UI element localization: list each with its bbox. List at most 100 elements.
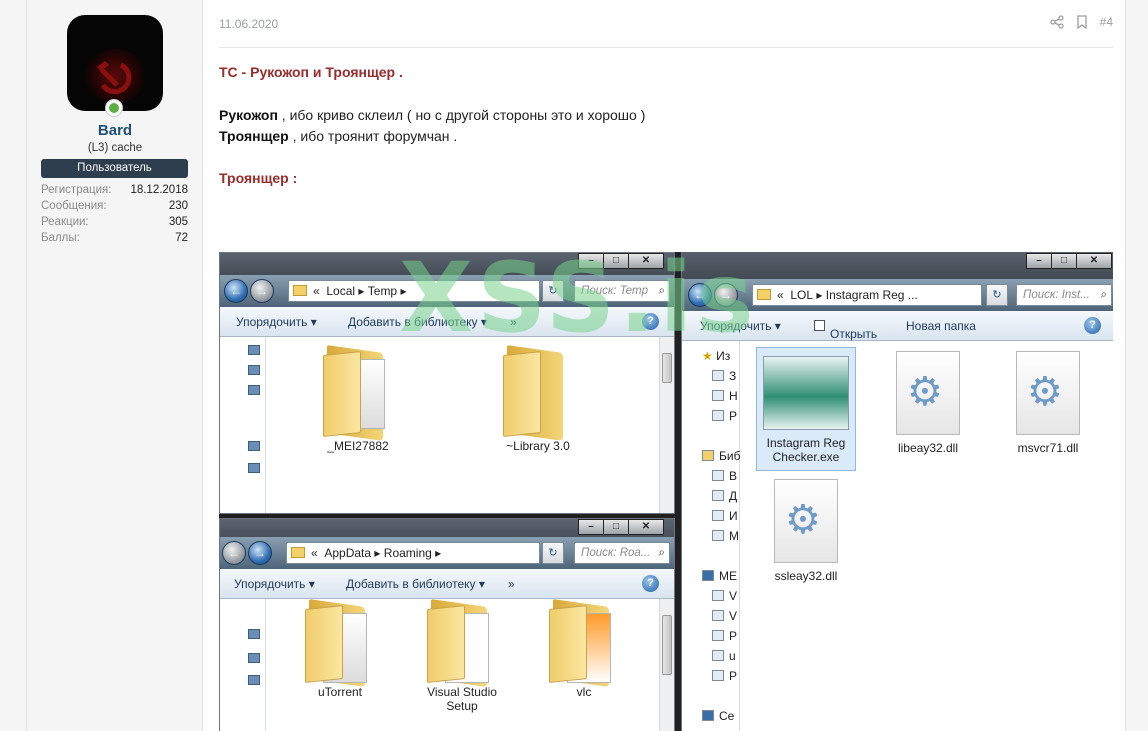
forward-icon[interactable]: →: [714, 283, 738, 307]
minimize-icon[interactable]: –: [1026, 253, 1052, 269]
navigation-pane[interactable]: [220, 599, 266, 731]
gear-icon: ⚙: [785, 498, 821, 542]
scrollbar[interactable]: [659, 337, 674, 513]
search-input[interactable]: Поиск: Inst... ⌕: [1016, 284, 1112, 306]
file-item[interactable]: ⚙ libeay32.dll: [878, 351, 978, 455]
gear-icon: ⚙: [907, 370, 943, 414]
folder-item[interactable]: Visual Studio Setup: [412, 599, 512, 713]
tree-item[interactable]: ★ Из: [702, 349, 730, 363]
post-body: 11.06.2020 #4 ТС - Рукожоп и Троянщер . …: [219, 0, 1115, 731]
organize-button[interactable]: Упорядочить ▾: [234, 577, 315, 591]
share-icon[interactable]: [1049, 15, 1064, 29]
post-headline: ТС - Рукожоп и Троянщер .: [219, 64, 403, 80]
forward-icon[interactable]: →: [250, 279, 274, 303]
more-button[interactable]: »: [510, 315, 517, 329]
stat-reactions: Реакции: 305: [41, 216, 188, 228]
explorer-toolbar: Упорядочить ▾ Добавить в библиотеку ▾ » …: [220, 569, 674, 599]
tree-item[interactable]: Р: [712, 669, 737, 683]
bookmark-icon[interactable]: [1076, 15, 1088, 29]
forum-post: Bard (L3) cache Пользователь Регистрация…: [26, 0, 1126, 731]
folder-item[interactable]: ~Library 3.0: [488, 345, 588, 453]
search-input[interactable]: Поиск: Roa... ⌕: [574, 542, 670, 564]
file-item[interactable]: ⚙ ssleay32.dll: [756, 479, 856, 583]
tree-item[interactable]: Р: [712, 409, 737, 423]
open-button[interactable]: Открыть: [814, 319, 877, 341]
avatar[interactable]: [67, 15, 163, 111]
add-to-library-button[interactable]: Добавить в библиотеку ▾: [348, 315, 487, 329]
search-icon: ⌕: [1100, 289, 1107, 301]
help-icon[interactable]: ?: [642, 313, 659, 330]
address-bar[interactable]: « LOL ▸ Instagram Reg ...: [752, 284, 982, 306]
explorer-window-temp: – □ ✕ ← → « Local ▸ Temp ▸ ↻ Поиск: Temp ⌕ …: [219, 252, 675, 514]
online-status-icon: [105, 99, 123, 117]
user-panel: Bard (L3) cache Пользователь Регистрация…: [27, 0, 203, 731]
navigation-pane[interactable]: [220, 337, 266, 513]
organize-button[interactable]: Упорядочить ▾: [236, 315, 317, 329]
refresh-icon[interactable]: ↻: [986, 284, 1008, 306]
search-icon: ⌕: [658, 285, 665, 297]
help-icon[interactable]: ?: [642, 575, 659, 592]
window-controls: – □ ✕: [1026, 253, 1112, 269]
search-input[interactable]: Поиск: Temp ⌕: [574, 280, 670, 302]
maximize-icon[interactable]: □: [603, 519, 629, 535]
organize-button[interactable]: Упорядочить ▾: [700, 319, 781, 333]
tree-item[interactable]: Се: [702, 709, 734, 723]
tree-item[interactable]: И: [712, 509, 738, 523]
file-item-selected[interactable]: Instagram Reg Checker.exe: [756, 347, 856, 471]
user-banner: Пользователь: [41, 159, 188, 178]
folder-item[interactable]: uTorrent: [290, 599, 390, 699]
post-actions: #4: [1049, 15, 1113, 29]
window-controls: – □ ✕: [578, 519, 664, 535]
file-item[interactable]: ⚙ msvcr71.dll: [998, 351, 1098, 455]
address-bar[interactable]: « Local ▸ Temp ▸: [288, 280, 540, 302]
tree-item[interactable]: Н: [712, 389, 738, 403]
tree-item[interactable]: З: [712, 369, 736, 383]
explorer-window-roaming: – □ ✕ ← → « AppData ▸ Roaming ▸ ↻ Поиск: R…: [219, 518, 675, 731]
tree-item[interactable]: V: [712, 589, 737, 603]
tree-item[interactable]: М: [712, 529, 739, 543]
tree-item[interactable]: V: [712, 609, 737, 623]
post-line-2: Троянщер , ибо троянит форумчан .: [219, 128, 458, 144]
back-icon[interactable]: ←: [688, 283, 712, 307]
tree-item[interactable]: Биб: [702, 449, 740, 463]
back-icon[interactable]: ←: [224, 279, 248, 303]
stat-messages: Сообщения: 230: [41, 200, 188, 212]
maximize-icon[interactable]: □: [1051, 253, 1077, 269]
post-number[interactable]: #4: [1100, 15, 1113, 29]
refresh-icon[interactable]: ↻: [542, 280, 564, 302]
navigation-pane[interactable]: ★ Из З Н Р Биб В Д И М МЕ V V Р u Р Се: [682, 341, 740, 731]
address-bar[interactable]: « AppData ▸ Roaming ▸: [286, 542, 540, 564]
close-icon[interactable]: ✕: [628, 519, 664, 535]
forward-icon[interactable]: →: [248, 541, 272, 565]
add-to-library-button[interactable]: Добавить в библиотеку ▾: [346, 577, 485, 591]
more-button[interactable]: »: [508, 577, 515, 591]
tree-item[interactable]: В: [712, 469, 737, 483]
tree-item[interactable]: Р: [712, 629, 737, 643]
close-icon[interactable]: ✕: [1076, 253, 1112, 269]
tree-item[interactable]: МЕ: [702, 569, 737, 583]
attached-screenshot[interactable]: – □ ✕ ← → « Local ▸ Temp ▸ ↻ Поиск: Temp ⌕ …: [219, 252, 1113, 731]
folder-item[interactable]: vlc: [534, 599, 634, 699]
explorer-window-lol: – □ ✕ ← → « LOL ▸ Instagram Reg ... ↻ Поис…: [681, 252, 1113, 731]
tree-item[interactable]: Д: [712, 489, 737, 503]
user-stats: Регистрация: 18.12.2018 Сообщения: 230 Реа…: [41, 182, 188, 246]
help-icon[interactable]: ?: [1084, 317, 1101, 334]
tree-item[interactable]: u: [712, 649, 736, 663]
post-date[interactable]: 11.06.2020: [219, 17, 278, 31]
folder-item[interactable]: _MEI27882: [308, 345, 408, 453]
back-icon[interactable]: ←: [222, 541, 246, 565]
maximize-icon[interactable]: □: [603, 253, 629, 269]
minimize-icon[interactable]: –: [578, 519, 604, 535]
scrollbar[interactable]: [659, 599, 674, 731]
refresh-icon[interactable]: ↻: [542, 542, 564, 564]
new-folder-button[interactable]: Новая папка: [906, 319, 976, 333]
gear-icon: ⚙: [1027, 370, 1063, 414]
hammer-sickle-icon: [97, 61, 132, 95]
username[interactable]: Bard: [27, 122, 203, 139]
minimize-icon[interactable]: –: [578, 253, 604, 269]
close-icon[interactable]: ✕: [628, 253, 664, 269]
stat-points: Баллы: 72: [41, 232, 188, 244]
post-meta: 11.06.2020 #4: [219, 15, 1113, 48]
explorer-toolbar: Упорядочить ▾ Добавить в библиотеку ▾ » …: [220, 307, 674, 337]
open-icon: [814, 320, 825, 331]
